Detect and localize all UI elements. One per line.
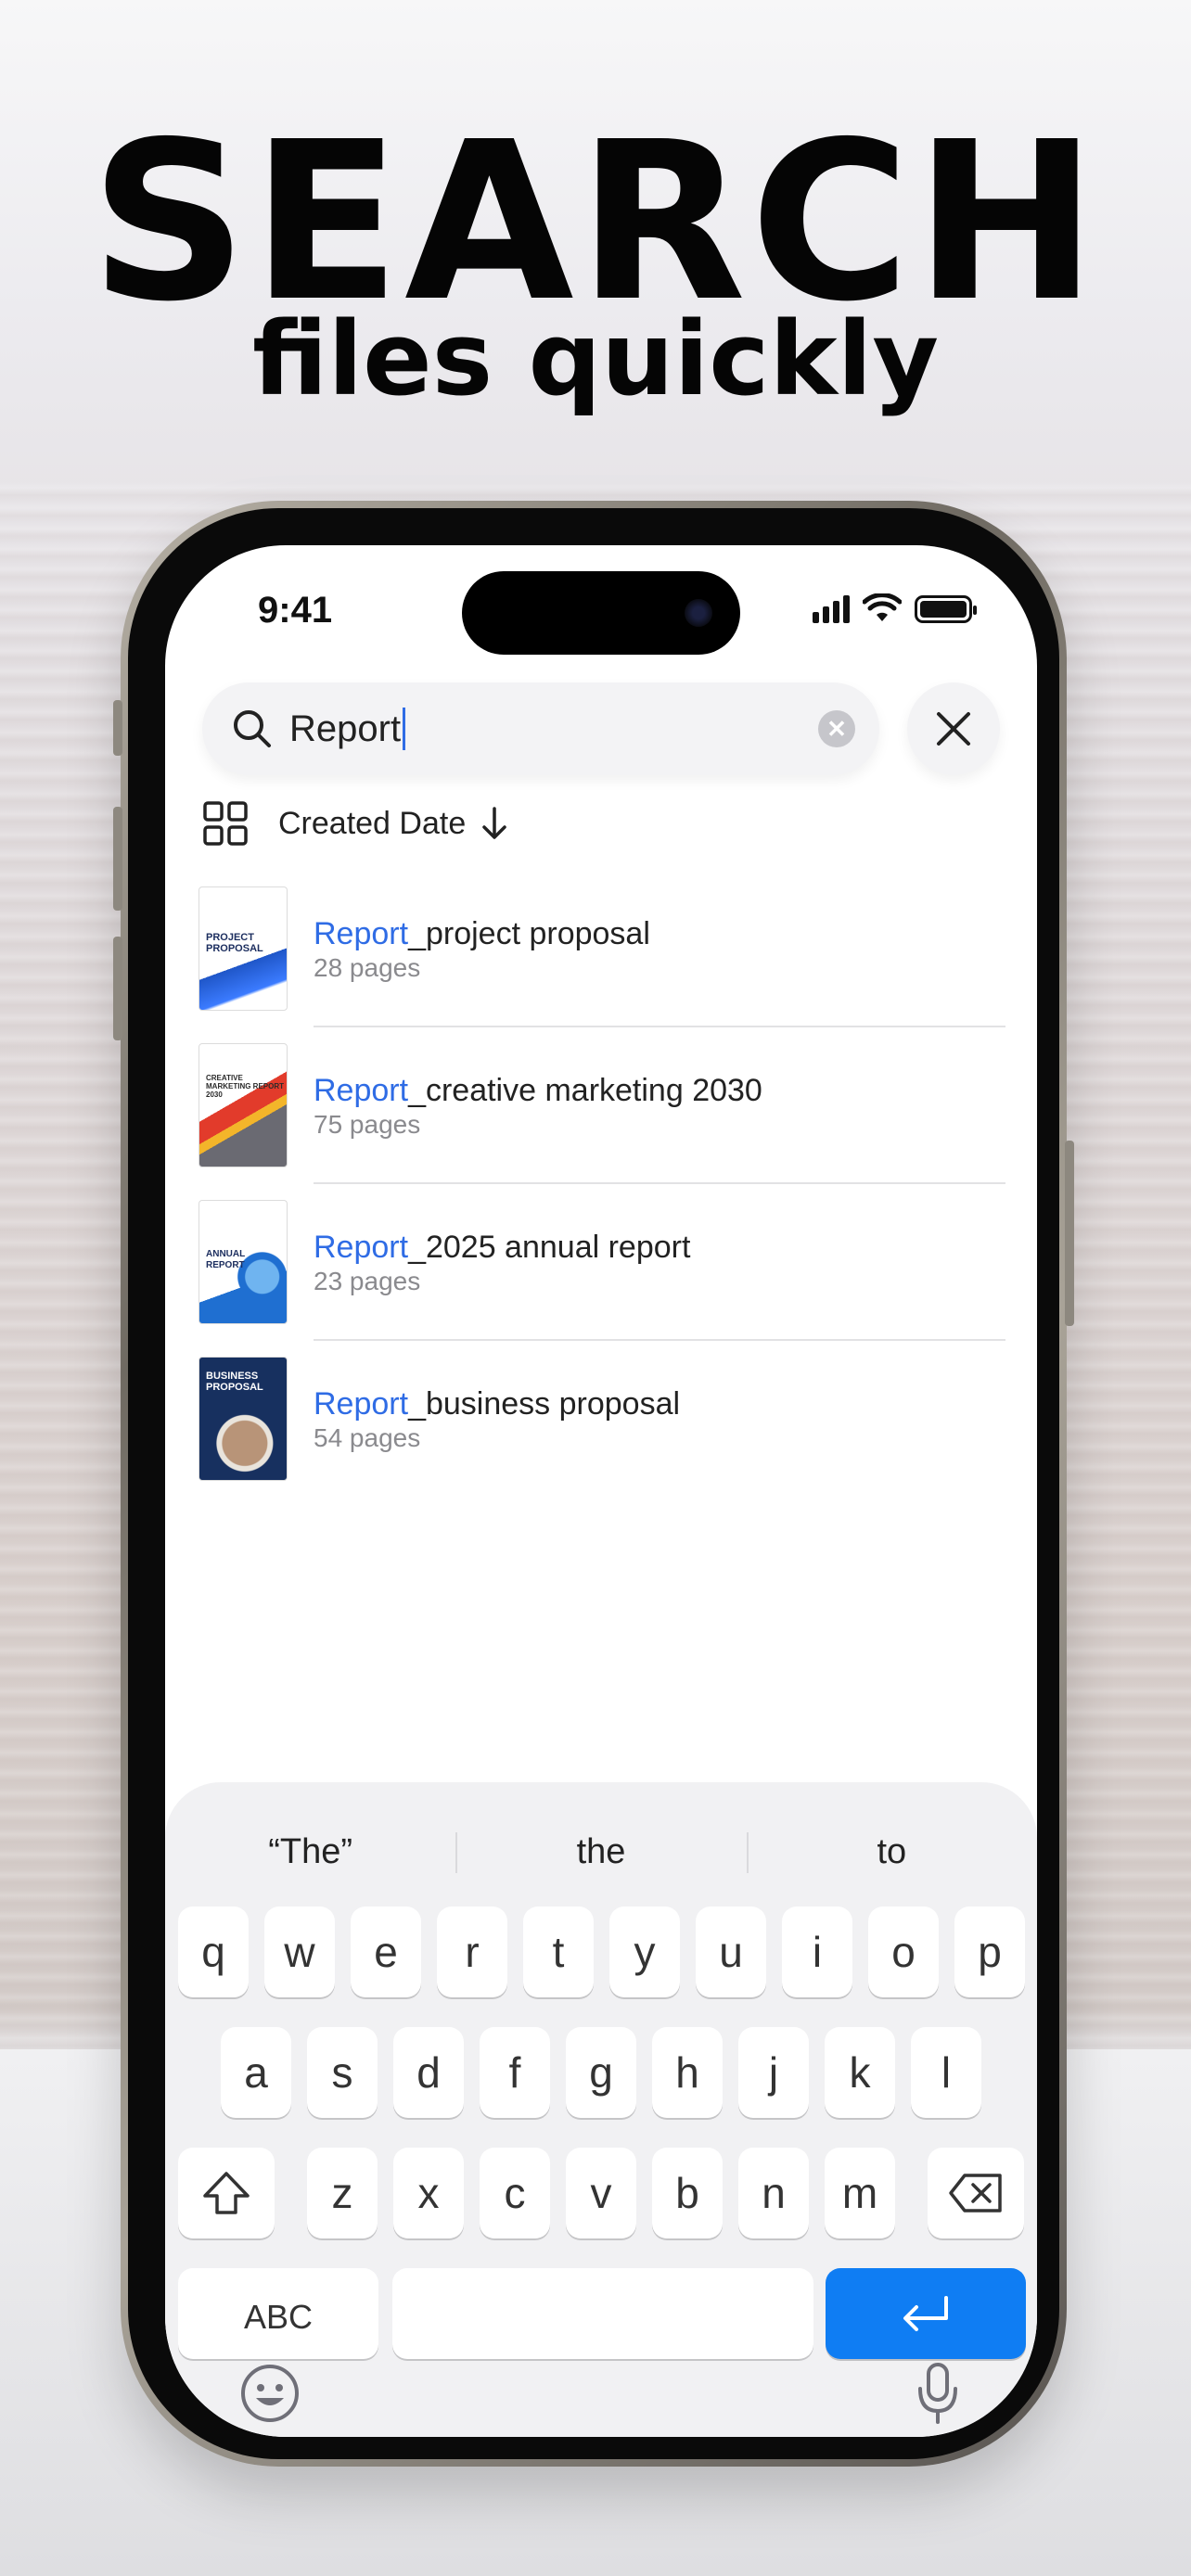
- key-d[interactable]: d: [393, 2027, 464, 2118]
- suggestion-item[interactable]: “The”: [165, 1819, 455, 1884]
- suggestion-item[interactable]: the: [455, 1819, 746, 1884]
- cellular-signal-icon: [813, 595, 850, 623]
- microphone-icon[interactable]: [915, 2361, 961, 2426]
- key-c[interactable]: c: [480, 2148, 550, 2238]
- clear-circle-icon[interactable]: ✕: [818, 710, 855, 747]
- backspace-key[interactable]: [928, 2148, 1024, 2238]
- text-cursor: [403, 708, 406, 750]
- key-a[interactable]: a: [221, 2027, 291, 2118]
- key-k[interactable]: k: [825, 2027, 895, 2118]
- file-pages: 75 pages: [314, 1110, 421, 1139]
- wifi-icon: [863, 593, 902, 621]
- file-row[interactable]: CREATIVE MARKETING REPORT 2030 Report_cr…: [198, 1043, 1005, 1200]
- abc-key-label: ABC: [243, 2298, 314, 2336]
- file-name: Report_business proposal: [314, 1386, 681, 1422]
- key-h[interactable]: h: [652, 2027, 723, 2118]
- divider: [314, 1182, 1005, 1184]
- file-pages: 23 pages: [314, 1267, 421, 1295]
- key-b[interactable]: b: [652, 2148, 723, 2238]
- file-name: Report_2025 annual report: [314, 1230, 691, 1265]
- divider: [314, 1339, 1005, 1341]
- shift-icon: [203, 2172, 250, 2214]
- suggestion-item[interactable]: to: [746, 1819, 1037, 1884]
- keyboard: “The” the to q w e r t y u i o p a s d f…: [165, 1782, 1037, 2437]
- volume-down-button: [113, 937, 122, 1040]
- key-t[interactable]: t: [523, 1906, 594, 1997]
- file-thumbnail: CREATIVE MARKETING REPORT 2030: [198, 1043, 288, 1167]
- key-i[interactable]: i: [782, 1906, 852, 1997]
- file-list: PROJECT PROPOSAL Report_project proposal…: [198, 886, 1005, 1513]
- subheadline: files quickly: [251, 300, 940, 418]
- camera-icon: [685, 599, 712, 627]
- file-thumbnail: BUSINESS PROPOSAL: [198, 1357, 288, 1481]
- shift-key[interactable]: [178, 2148, 275, 2238]
- file-thumbnail: PROJECT PROPOSAL: [198, 886, 288, 1011]
- status-time: 9:41: [258, 590, 333, 631]
- file-name: Report_project proposal: [314, 916, 650, 951]
- key-f[interactable]: f: [480, 2027, 550, 2118]
- thumbnail-title: BUSINESS PROPOSAL: [206, 1371, 263, 1393]
- file-name: Report_creative marketing 2030: [314, 1073, 762, 1108]
- key-e[interactable]: e: [351, 1906, 421, 1997]
- phone-screen: 9:41 Report ✕ Created Date PROJECT PROPO…: [165, 545, 1037, 2437]
- key-r[interactable]: r: [437, 1906, 507, 1997]
- file-row[interactable]: PROJECT PROPOSAL Report_project proposal…: [198, 886, 1005, 1043]
- thumbnail-title: CREATIVE MARKETING REPORT 2030: [206, 1074, 284, 1099]
- space-key[interactable]: [392, 2268, 813, 2359]
- phone-frame: 9:41 Report ✕ Created Date PROJECT PROPO…: [113, 501, 1074, 2467]
- key-n[interactable]: n: [738, 2148, 809, 2238]
- close-x-icon: [937, 712, 970, 746]
- key-o[interactable]: o: [868, 1906, 939, 1997]
- battery-icon: [915, 595, 977, 623]
- key-m[interactable]: m: [825, 2148, 895, 2238]
- dynamic-island: [462, 571, 740, 655]
- key-g[interactable]: g: [566, 2027, 636, 2118]
- file-pages: 28 pages: [314, 953, 421, 982]
- return-icon: [903, 2296, 948, 2331]
- key-l[interactable]: l: [911, 2027, 981, 2118]
- grid-icon[interactable]: [202, 800, 249, 847]
- arrow-down-icon[interactable]: [479, 805, 510, 842]
- search-input[interactable]: Report: [289, 708, 401, 750]
- action-button: [113, 700, 122, 756]
- file-row[interactable]: BUSINESS PROPOSAL Report_business propos…: [198, 1357, 1005, 1513]
- close-search-button[interactable]: [907, 682, 1000, 775]
- key-w[interactable]: w: [264, 1906, 335, 1997]
- key-z[interactable]: z: [307, 2148, 378, 2238]
- key-p[interactable]: p: [954, 1906, 1025, 1997]
- key-u[interactable]: u: [696, 1906, 766, 1997]
- status-icons: [813, 592, 977, 623]
- key-x[interactable]: x: [393, 2148, 464, 2238]
- backspace-icon: [949, 2174, 1002, 2213]
- abc-key[interactable]: ABC: [178, 2268, 378, 2359]
- key-j[interactable]: j: [738, 2027, 809, 2118]
- search-bar[interactable]: Report ✕: [202, 682, 879, 775]
- return-key[interactable]: [826, 2268, 1026, 2359]
- search-icon: [234, 710, 271, 747]
- sort-row: Created Date: [202, 796, 510, 851]
- power-button: [1065, 1141, 1074, 1326]
- thumbnail-title: ANNUAL REPORT: [206, 1249, 246, 1270]
- volume-up-button: [113, 807, 122, 911]
- file-pages: 54 pages: [314, 1423, 421, 1452]
- divider: [314, 1026, 1005, 1027]
- suggestion-bar: “The” the to: [165, 1819, 1037, 1884]
- file-row[interactable]: ANNUAL REPORT Report_2025 annual report …: [198, 1200, 1005, 1357]
- emoji-icon[interactable]: [239, 2363, 301, 2424]
- file-thumbnail: ANNUAL REPORT: [198, 1200, 288, 1324]
- key-v[interactable]: v: [566, 2148, 636, 2238]
- key-y[interactable]: y: [609, 1906, 680, 1997]
- phone-bezel: 9:41 Report ✕ Created Date PROJECT PROPO…: [128, 508, 1059, 2459]
- sort-label[interactable]: Created Date: [278, 806, 466, 842]
- key-q[interactable]: q: [178, 1906, 249, 1997]
- key-s[interactable]: s: [307, 2027, 378, 2118]
- thumbnail-title: PROJECT PROPOSAL: [206, 932, 263, 954]
